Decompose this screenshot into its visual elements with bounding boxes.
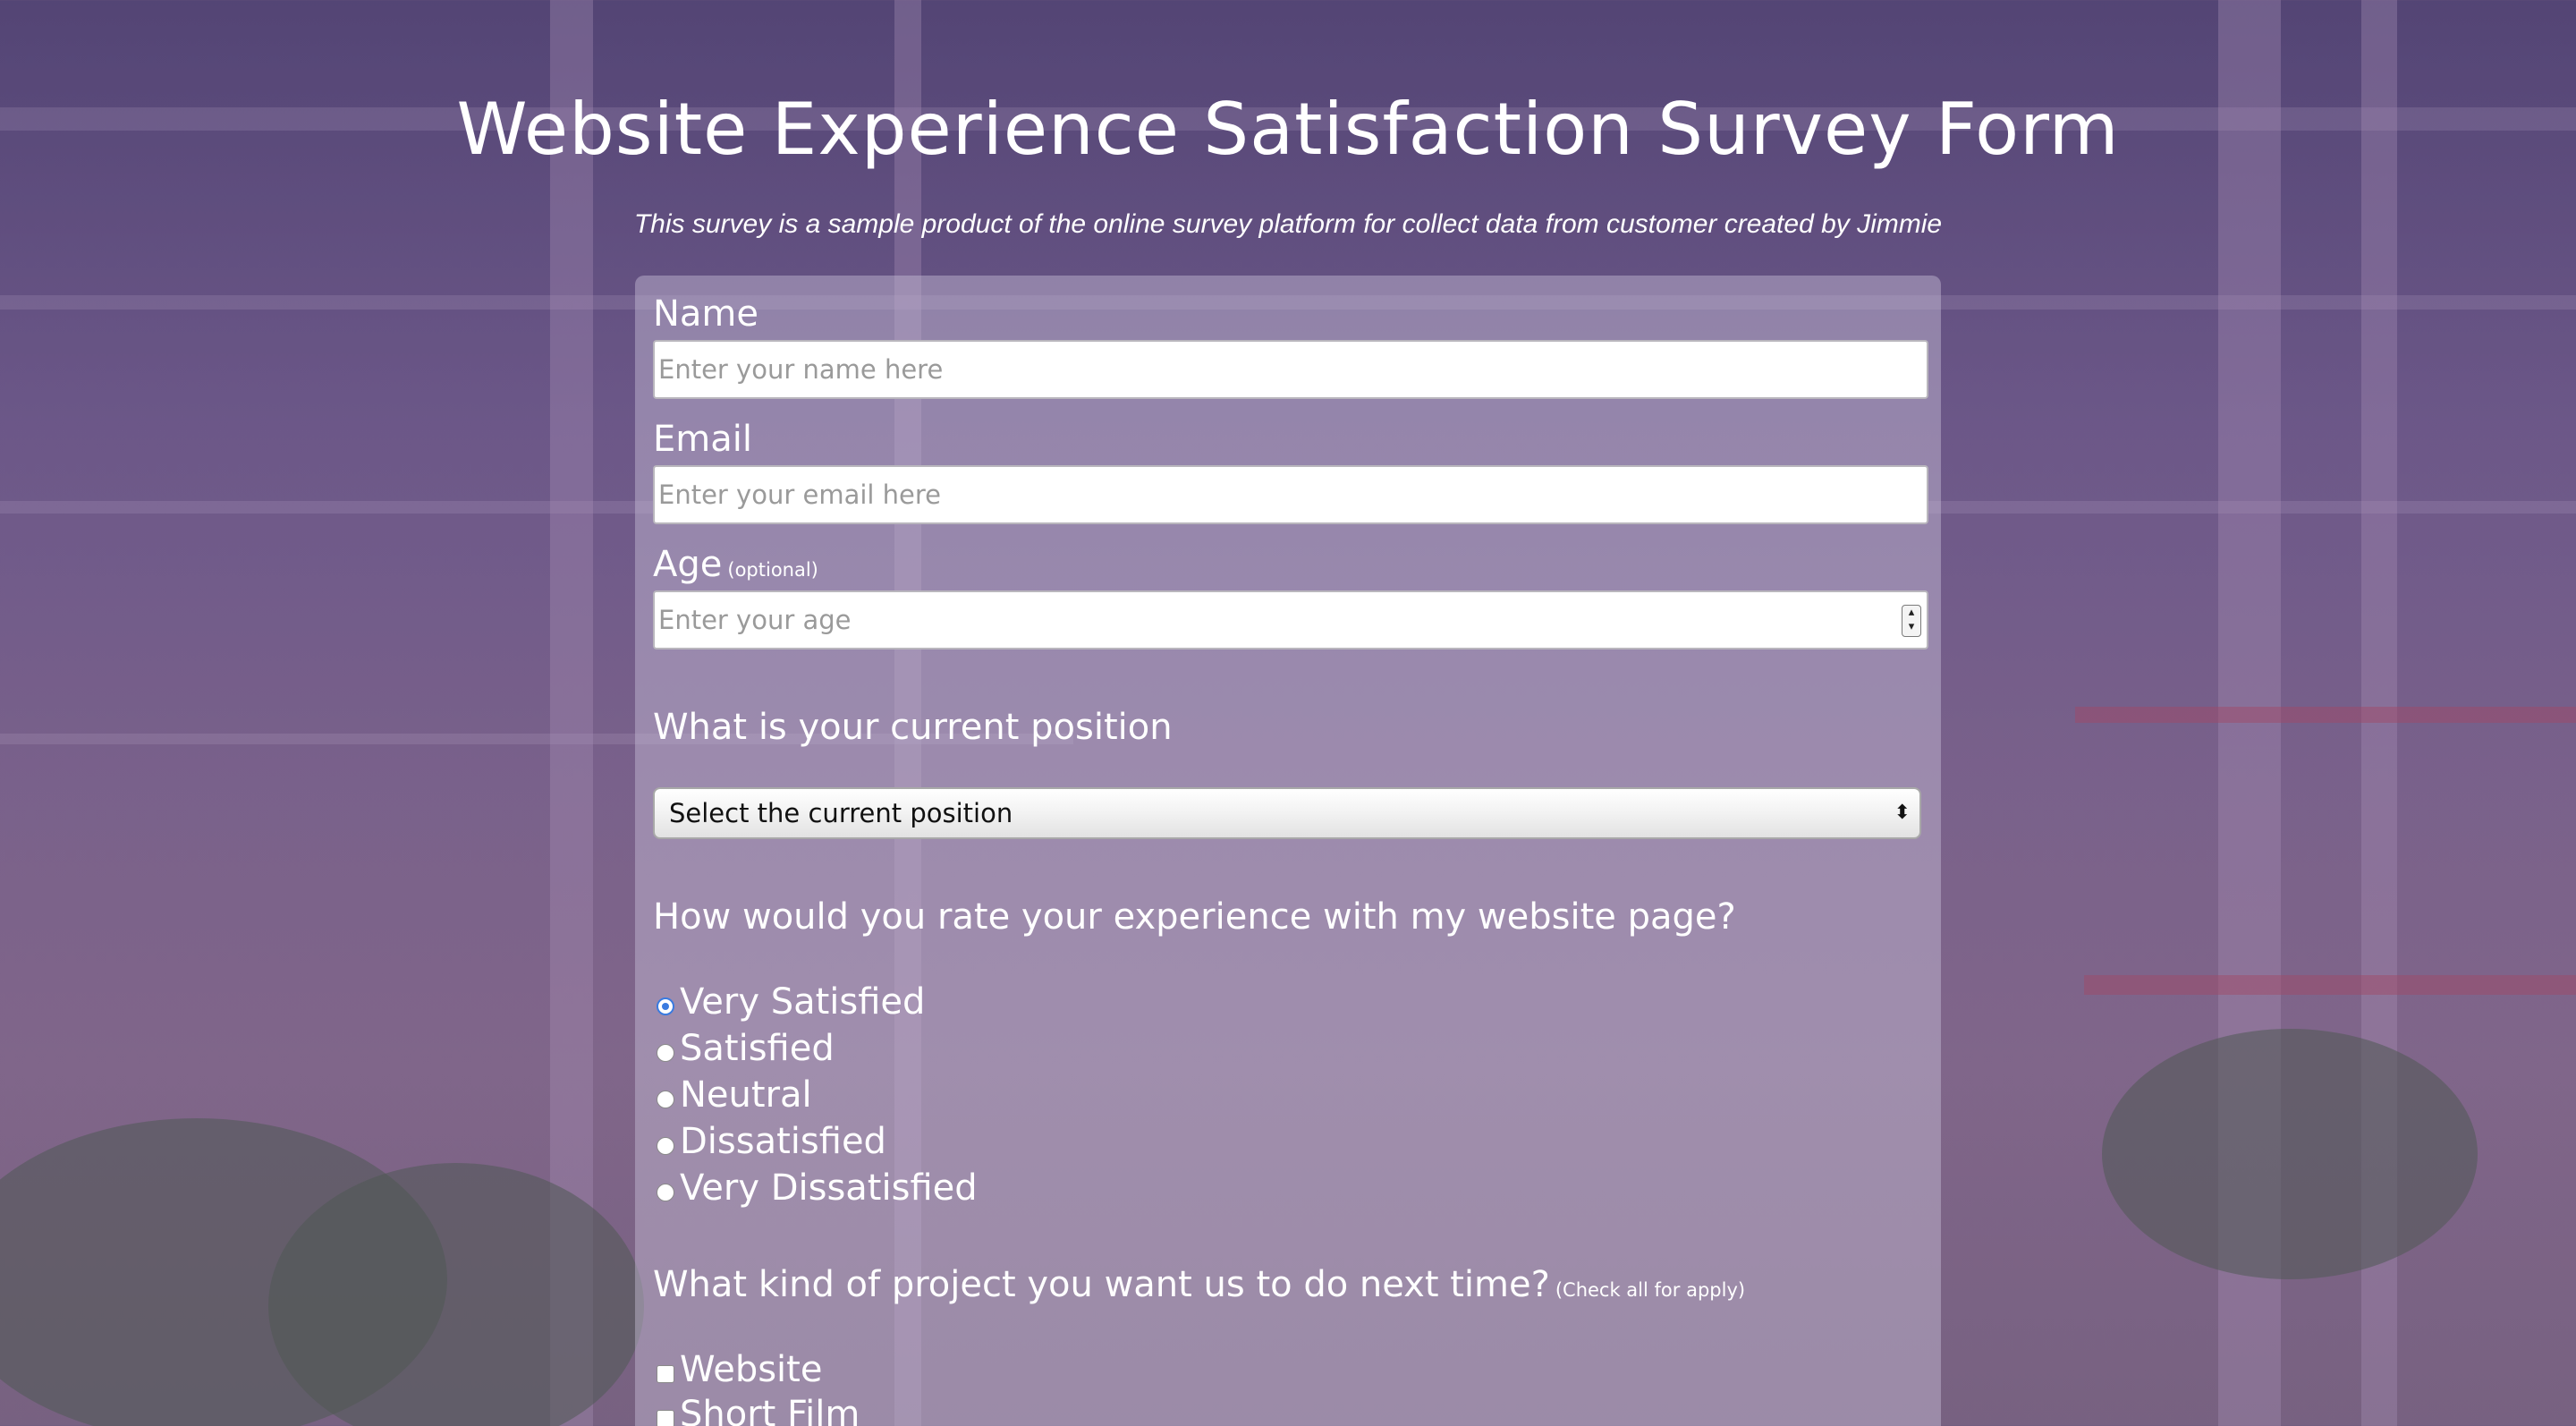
rating-option-label: Dissatisfied <box>680 1121 886 1162</box>
name-input-placeholder: Enter your name here <box>658 354 944 385</box>
rating-option-satisfied[interactable]: Satisfied <box>657 1026 835 1071</box>
radio-button[interactable] <box>657 1184 674 1201</box>
page-title: Website Experience Satisfaction Survey F… <box>456 88 2120 171</box>
checkbox[interactable] <box>657 1365 674 1383</box>
position-question: What is your current position <box>653 707 1173 748</box>
page-subtitle: This survey is a sample product of the o… <box>633 209 1943 239</box>
age-input-placeholder: Enter your age <box>658 605 852 635</box>
project-option-label: Website <box>680 1349 823 1390</box>
rating-option-dissatisfied[interactable]: Dissatisfied <box>657 1119 886 1164</box>
age-label-text: Age <box>653 544 723 585</box>
survey-page: Website Experience Satisfaction Survey F… <box>0 0 2576 1426</box>
select-arrows-icon: ⬍ <box>1894 802 1911 824</box>
position-select[interactable]: Select the current position ⬍ <box>653 787 1921 839</box>
radio-button-checked[interactable] <box>657 997 674 1015</box>
rating-option-label: Very Dissatisfied <box>680 1167 978 1209</box>
projects-question-text: What kind of project you want us to do n… <box>653 1264 1550 1305</box>
rating-option-very-satisfied[interactable]: Very Satisfied <box>657 980 925 1024</box>
rating-option-label: Neutral <box>680 1074 812 1116</box>
rating-question: How would you rate your experience with … <box>653 896 1736 938</box>
projects-question: What kind of project you want us to do n… <box>653 1264 1745 1305</box>
email-input[interactable]: Enter your email here <box>653 465 1928 524</box>
project-option-label: Short Film <box>680 1394 860 1426</box>
rating-option-label: Satisfied <box>680 1028 835 1069</box>
survey-form <box>635 276 1941 1426</box>
project-option-website[interactable]: Website <box>657 1347 822 1392</box>
position-select-value: Select the current position <box>669 798 1013 828</box>
rating-option-very-dissatisfied[interactable]: Very Dissatisfied <box>657 1166 978 1210</box>
radio-button[interactable] <box>657 1044 674 1062</box>
age-optional-hint: (optional) <box>727 559 818 581</box>
projects-hint: (Check all for apply) <box>1555 1279 1746 1301</box>
name-input[interactable]: Enter your name here <box>653 340 1928 399</box>
number-spinner-icon[interactable]: ▴ ▾ <box>1902 605 1921 637</box>
email-label: Email <box>653 419 752 460</box>
project-option-short-film[interactable]: Short Film <box>657 1392 860 1426</box>
radio-button[interactable] <box>657 1091 674 1108</box>
email-input-placeholder: Enter your email here <box>658 480 942 510</box>
radio-button[interactable] <box>657 1137 674 1155</box>
rating-option-neutral[interactable]: Neutral <box>657 1073 812 1117</box>
rating-option-label: Very Satisfied <box>680 981 926 1023</box>
age-label: Age (optional) <box>653 544 818 585</box>
age-input[interactable]: Enter your age ▴ ▾ <box>653 590 1928 649</box>
name-label: Name <box>653 293 759 335</box>
checkbox[interactable] <box>657 1410 674 1426</box>
